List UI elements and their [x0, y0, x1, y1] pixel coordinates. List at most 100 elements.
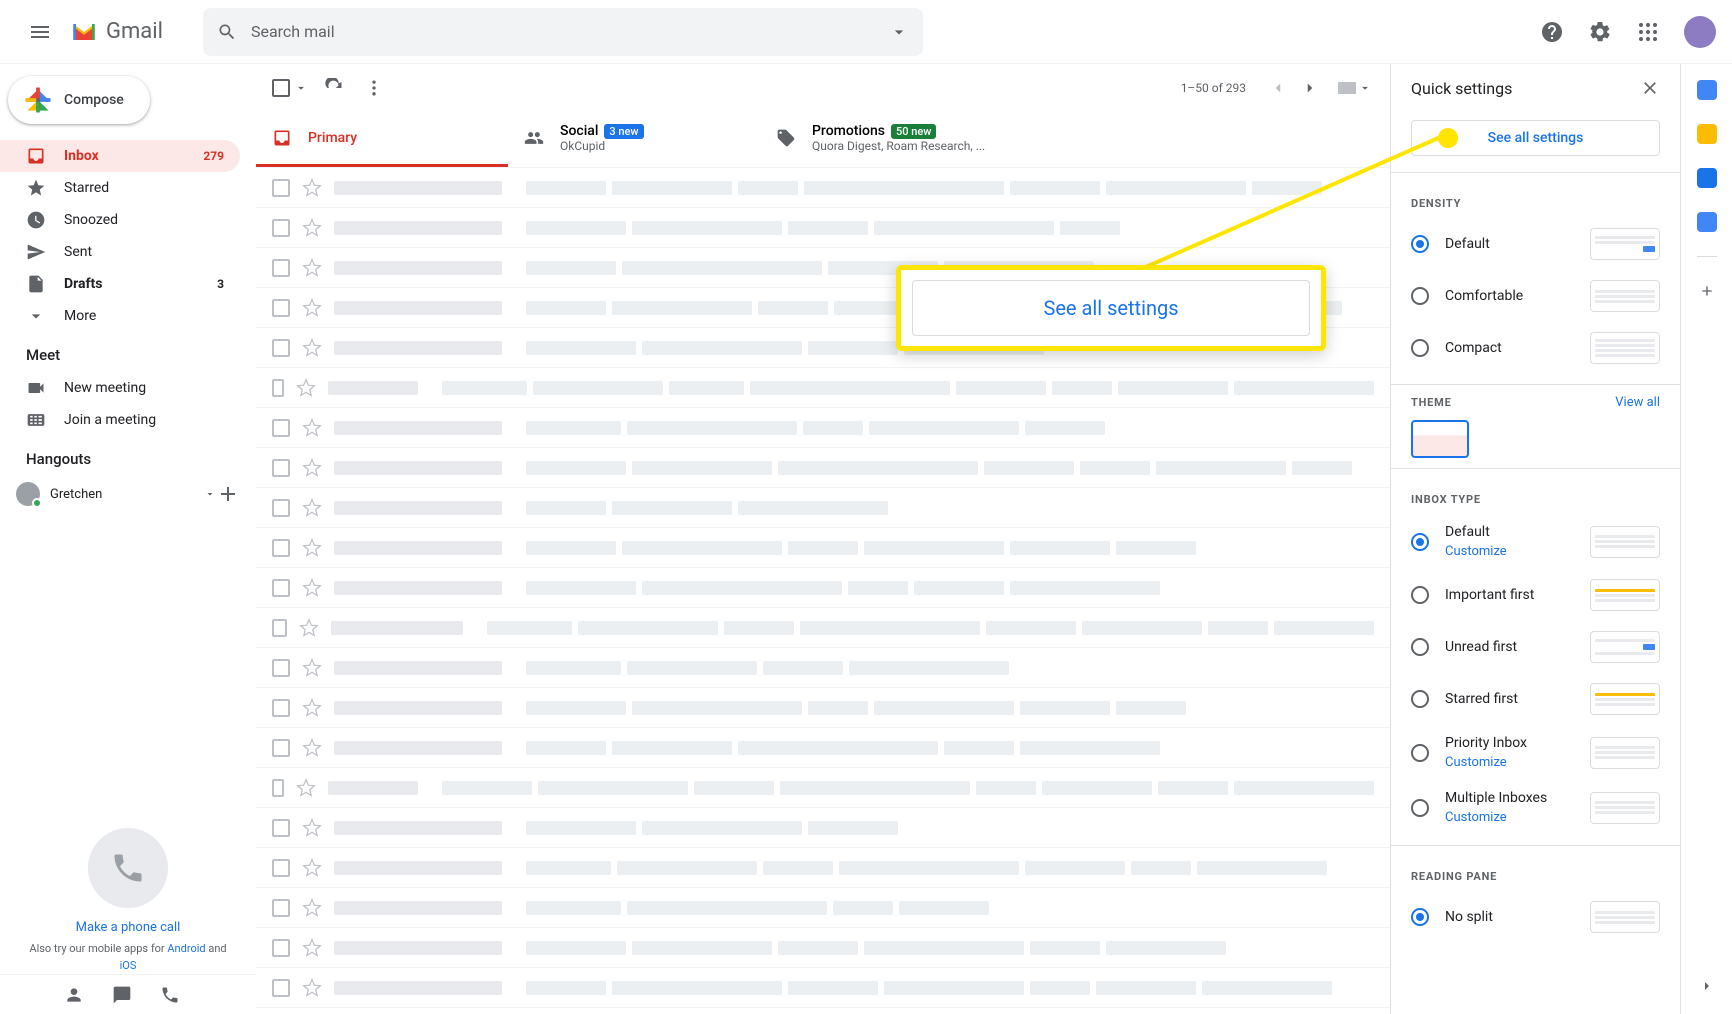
inbox-multiple-customize-link[interactable]: Customize: [1445, 810, 1590, 825]
mail-row[interactable]: [256, 368, 1390, 408]
mail-checkbox[interactable]: [272, 939, 290, 957]
inbox-type-unread-option[interactable]: Unread first: [1391, 621, 1680, 673]
account-avatar[interactable]: [1684, 16, 1716, 48]
mail-checkbox[interactable]: [272, 619, 287, 637]
mail-star-button[interactable]: [296, 378, 316, 398]
apps-button[interactable]: [1628, 12, 1668, 52]
mail-star-button[interactable]: [302, 898, 322, 918]
reading-pane-nosplit-option[interactable]: No split: [1391, 891, 1680, 943]
mail-star-button[interactable]: [302, 178, 322, 198]
more-actions-button[interactable]: [364, 78, 384, 98]
mail-row[interactable]: [256, 568, 1390, 608]
settings-button[interactable]: [1580, 12, 1620, 52]
mail-checkbox[interactable]: [272, 659, 290, 677]
tasks-app-icon[interactable]: [1697, 168, 1717, 188]
mail-star-button[interactable]: [302, 538, 322, 558]
mail-checkbox[interactable]: [272, 579, 290, 597]
mail-star-button[interactable]: [302, 338, 322, 358]
next-page-button[interactable]: [1294, 72, 1326, 104]
nav-sent[interactable]: Sent: [0, 236, 240, 268]
mail-checkbox[interactable]: [272, 819, 290, 837]
mail-checkbox[interactable]: [272, 299, 290, 317]
mail-star-button[interactable]: [302, 498, 322, 518]
search-options-icon[interactable]: [889, 22, 909, 42]
mail-row[interactable]: [256, 928, 1390, 968]
mail-checkbox[interactable]: [272, 259, 290, 277]
mail-row[interactable]: [256, 888, 1390, 928]
calendar-app-icon[interactable]: [1697, 80, 1717, 100]
hangouts-phone-tab[interactable]: [156, 981, 184, 1009]
close-quick-settings-button[interactable]: [1640, 78, 1660, 98]
mail-checkbox[interactable]: [272, 379, 284, 397]
gmail-logo[interactable]: Gmail: [68, 16, 163, 48]
refresh-button[interactable]: [324, 78, 344, 98]
mail-row[interactable]: [256, 848, 1390, 888]
theme-selected-thumbnail[interactable]: [1411, 420, 1469, 458]
mail-checkbox[interactable]: [272, 499, 290, 517]
mail-star-button[interactable]: [299, 618, 319, 638]
mail-star-button[interactable]: [302, 258, 322, 278]
mail-row[interactable]: [256, 648, 1390, 688]
hangouts-chat-tab[interactable]: [108, 981, 136, 1009]
mail-row[interactable]: [256, 688, 1390, 728]
mail-star-button[interactable]: [302, 738, 322, 758]
nav-drafts[interactable]: Drafts 3: [0, 268, 240, 300]
inbox-type-starred-option[interactable]: Starred first: [1391, 673, 1680, 725]
mail-row[interactable]: [256, 448, 1390, 488]
mail-checkbox[interactable]: [272, 459, 290, 477]
mail-star-button[interactable]: [302, 698, 322, 718]
nav-inbox[interactable]: Inbox 279: [0, 140, 240, 172]
tab-social[interactable]: Social 3 new OkCupid: [508, 112, 760, 167]
hide-side-panel-button[interactable]: [1695, 974, 1719, 998]
mail-checkbox[interactable]: [272, 699, 290, 717]
mail-star-button[interactable]: [302, 298, 322, 318]
density-comfortable-option[interactable]: Comfortable: [1391, 270, 1680, 322]
mail-checkbox[interactable]: [272, 219, 290, 237]
mail-row[interactable]: [256, 608, 1390, 648]
hangouts-user-row[interactable]: Gretchen: [0, 476, 256, 512]
mail-checkbox[interactable]: [272, 539, 290, 557]
inbox-type-multiple-option[interactable]: Multiple Inboxes Customize: [1391, 780, 1680, 835]
mail-checkbox[interactable]: [272, 899, 290, 917]
main-menu-button[interactable]: [16, 8, 64, 56]
mail-row[interactable]: [256, 768, 1390, 808]
mail-star-button[interactable]: [302, 978, 322, 998]
prev-page-button[interactable]: [1262, 72, 1294, 104]
ios-link[interactable]: iOS: [120, 959, 137, 972]
mail-row[interactable]: [256, 528, 1390, 568]
mail-checkbox[interactable]: [272, 739, 290, 757]
mail-star-button[interactable]: [302, 658, 322, 678]
mail-checkbox[interactable]: [272, 979, 290, 997]
meet-new-meeting[interactable]: New meeting: [0, 372, 256, 404]
tab-promotions[interactable]: Promotions 50 new Quora Digest, Roam Res…: [760, 112, 1012, 167]
nav-starred[interactable]: Starred: [0, 172, 240, 204]
make-phone-call-link[interactable]: Make a phone call: [0, 920, 256, 935]
mail-checkbox[interactable]: [272, 779, 284, 797]
inbox-type-priority-option[interactable]: Priority Inbox Customize: [1391, 725, 1680, 780]
mail-star-button[interactable]: [302, 578, 322, 598]
mail-star-button[interactable]: [302, 818, 322, 838]
support-button[interactable]: [1532, 12, 1572, 52]
inbox-type-important-option[interactable]: Important first: [1391, 569, 1680, 621]
mail-star-button[interactable]: [302, 418, 322, 438]
android-link[interactable]: Android: [167, 942, 205, 955]
inbox-default-customize-link[interactable]: Customize: [1445, 544, 1590, 559]
mail-checkbox[interactable]: [272, 339, 290, 357]
mail-row[interactable]: [256, 728, 1390, 768]
mail-star-button[interactable]: [302, 858, 322, 878]
mail-checkbox[interactable]: [272, 419, 290, 437]
density-default-option[interactable]: Default: [1391, 218, 1680, 270]
mail-star-button[interactable]: [302, 218, 322, 238]
mail-row[interactable]: [256, 968, 1390, 1008]
density-compact-option[interactable]: Compact: [1391, 322, 1680, 374]
input-tools-button[interactable]: [1338, 81, 1374, 95]
select-dropdown-icon[interactable]: [294, 81, 308, 95]
mail-checkbox[interactable]: [272, 179, 290, 197]
mail-star-button[interactable]: [302, 458, 322, 478]
add-person-icon[interactable]: [216, 482, 240, 506]
mail-star-button[interactable]: [302, 938, 322, 958]
mail-checkbox[interactable]: [272, 859, 290, 877]
search-input[interactable]: [251, 22, 889, 41]
get-addons-button[interactable]: [1697, 281, 1717, 301]
mail-row[interactable]: [256, 408, 1390, 448]
